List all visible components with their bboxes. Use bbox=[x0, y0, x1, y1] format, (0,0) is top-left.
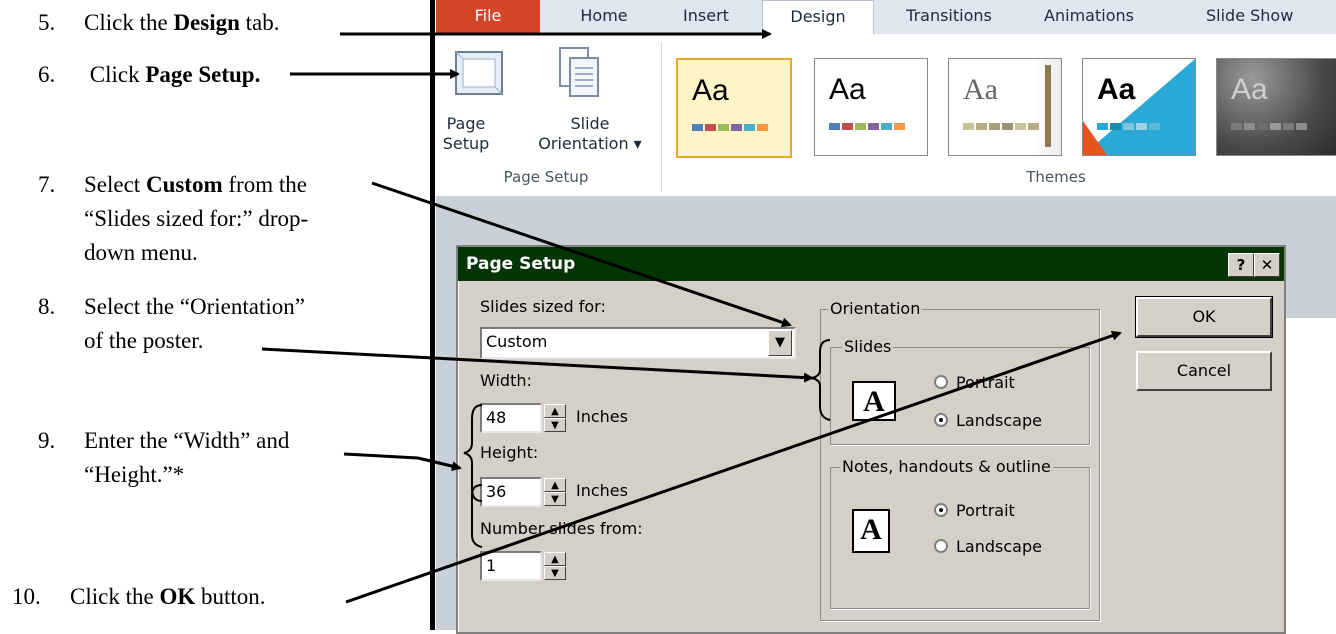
arrow-to-orientation bbox=[261, 347, 814, 383]
bracket-orientation bbox=[811, 339, 831, 421]
arrow-to-width-height bbox=[343, 452, 419, 460]
callout-arrows bbox=[261, 29, 1122, 604]
arrow-to-slides-sized-for bbox=[371, 181, 792, 328]
bracket-width-height bbox=[463, 404, 483, 502]
